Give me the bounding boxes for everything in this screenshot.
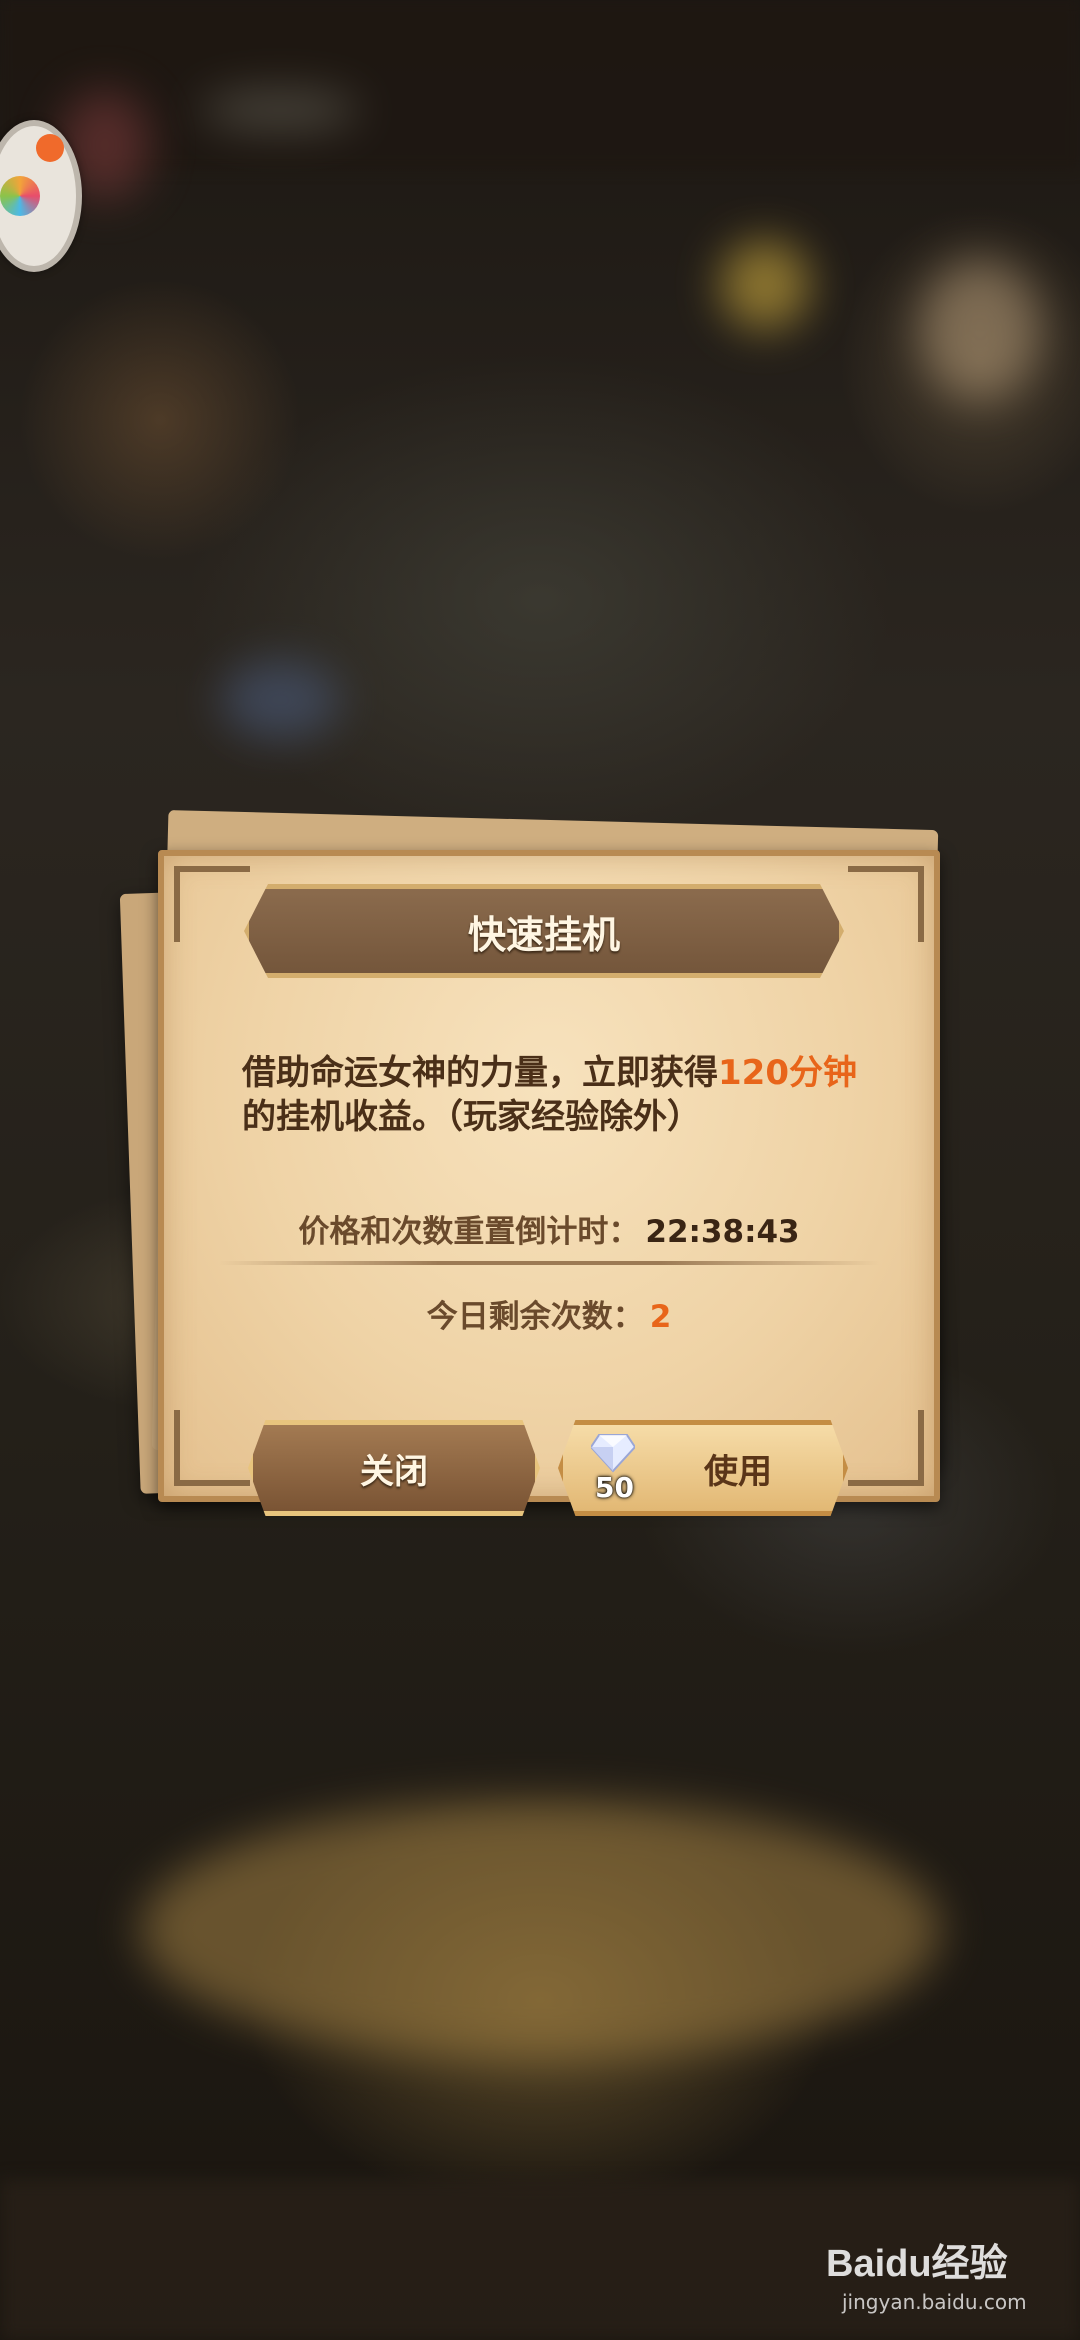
dialog-paper: 快速挂机 借助命运女神的力量，立即获得120分钟的挂机收益。（玩家经验除外） 价…	[158, 850, 940, 1502]
cost-amount: 50	[595, 1471, 634, 1504]
remaining-label: 今日剩余次数：	[426, 1299, 644, 1335]
divider	[219, 1261, 879, 1265]
diamond-icon	[591, 1434, 635, 1473]
blurred-top-bar	[0, 0, 1080, 170]
notification-dot	[36, 134, 64, 162]
use-button-label: 使用	[704, 1451, 772, 1492]
corner-ornament	[848, 1410, 924, 1486]
description-highlight: 120分钟	[718, 1053, 857, 1093]
corner-ornament	[848, 866, 924, 942]
corner-ornament	[174, 866, 250, 942]
watermark-url: jingyan.baidu.com	[842, 2290, 1027, 2314]
baidu-watermark: Baidu经验	[826, 2243, 1008, 2285]
description-text: 的挂机收益。（玩家经验除外）	[242, 1097, 701, 1137]
dialog-title: 快速挂机	[467, 912, 620, 957]
blurred-ground	[140, 1800, 940, 2060]
remaining-uses: 今日剩余次数： 2	[224, 1291, 874, 1336]
remaining-count: 2	[649, 1299, 672, 1335]
corner-ornament	[174, 1410, 250, 1486]
dialog-description: 借助命运女神的力量，立即获得120分钟的挂机收益。（玩家经验除外）	[242, 1051, 862, 1139]
reset-countdown: 价格和次数重置倒计时： 22:38:43	[224, 1206, 874, 1251]
use-button[interactable]: 50 使用	[558, 1420, 848, 1516]
blurred-icon	[720, 240, 810, 330]
blurred-figure	[220, 660, 340, 740]
close-button[interactable]: 关闭	[248, 1420, 540, 1516]
countdown-time: 22:38:43	[645, 1214, 800, 1250]
description-text: 借助命运女神的力量，立即获得	[242, 1053, 718, 1093]
quick-afk-dialog: 快速挂机 借助命运女神的力量，立即获得120分钟的挂机收益。（玩家经验除外） 价…	[119, 810, 950, 1516]
close-button-label: 关闭	[360, 1451, 428, 1492]
title-banner: 快速挂机	[244, 884, 844, 978]
countdown-label: 价格和次数重置倒计时：	[298, 1214, 640, 1250]
app-logo-icon	[0, 176, 40, 216]
blurred-name	[200, 90, 360, 130]
blurred-icon	[920, 260, 1040, 400]
